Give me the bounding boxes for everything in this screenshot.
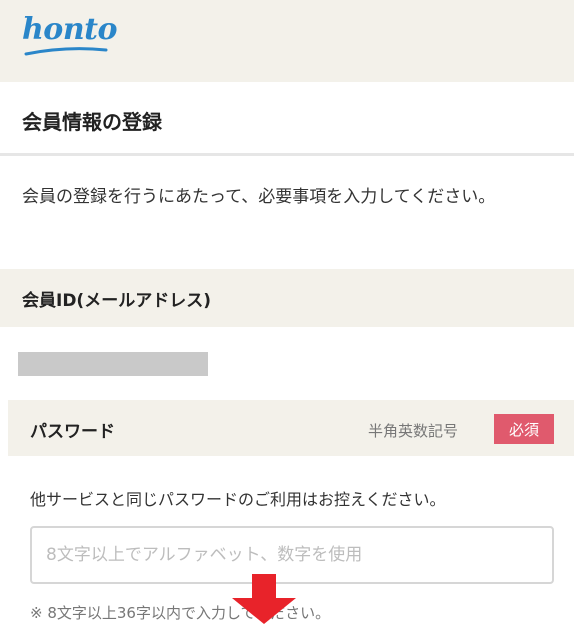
password-reuse-note: 他サービスと同じパスワードのご利用はお控えください。	[30, 490, 446, 509]
intro-text: 会員の登録を行うにあたって、必要事項を入力してください。	[22, 187, 496, 207]
down-arrow-icon	[232, 574, 296, 624]
member-id-label: 会員ID(メールアドレス)	[22, 291, 211, 311]
honto-logo[interactable]: honto	[22, 12, 118, 47]
email-value-redacted	[18, 352, 208, 376]
logo-swoosh-icon	[24, 47, 108, 56]
required-badge: 必須	[494, 414, 554, 444]
password-label: パスワード	[30, 422, 115, 442]
app-header: honto	[0, 0, 574, 82]
page-title: 会員情報の登録	[22, 110, 162, 134]
password-charset-hint: 半角英数記号	[368, 422, 459, 440]
